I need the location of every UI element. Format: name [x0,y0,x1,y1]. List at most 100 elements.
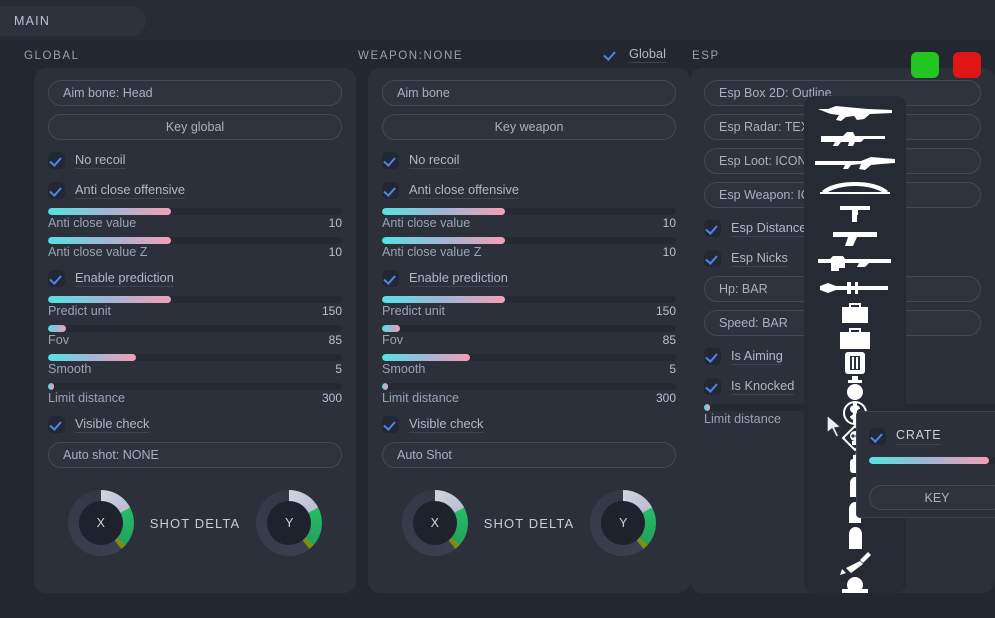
slider-predict-unit-weapon[interactable]: Predict unit 150 [382,296,676,321]
slider-anti-close-value-z-weapon[interactable]: Anti close value Z 10 [382,237,676,262]
slider-track[interactable] [48,208,342,215]
checkbox-label: Anti close offensive [409,182,519,199]
slider-smooth-global[interactable]: Smooth 5 [48,354,342,379]
slider-label: Anti close value [382,216,470,230]
aim-bone-global-label: Aim bone: Head [63,86,153,100]
key-global-button[interactable]: Key global [48,114,342,140]
checkbox-label: Visible check [75,416,149,433]
slider-fov-global[interactable]: Fov 85 [48,325,342,350]
backpack-large-icon[interactable] [804,325,906,350]
slider-label: Limit distance [48,391,125,405]
slider-track[interactable] [48,237,342,244]
checkbox-anti-close-offensive-weapon[interactable]: Anti close offensive [382,178,676,202]
esp-speed-label: Speed: BAR [719,316,788,330]
slider-value: 150 [322,304,342,318]
checkbox-enable-prediction-weapon[interactable]: Enable prediction [382,266,676,290]
slider-value: 10 [663,216,676,230]
auto-shot-global-label: Auto shot: NONE [63,448,159,462]
checkbox-crate[interactable]: CRATE [869,424,995,448]
grenade-icon[interactable] [804,375,906,400]
slider-track[interactable] [48,296,342,303]
crate-key-button[interactable]: KEY [869,485,995,510]
checkbox-label: CRATE [896,428,941,445]
global-title: GLOBAL [14,40,346,66]
slider-track[interactable] [48,354,342,361]
slider-fov-weapon[interactable]: Fov 85 [382,325,676,350]
slider-track[interactable] [382,354,676,361]
slider-anti-close-value-z-global[interactable]: Anti close value Z 10 [48,237,342,262]
check-icon [704,348,721,365]
shot-delta-global: X SHOT DELTA Y [48,490,342,556]
shot-delta-weapon: X SHOT DELTA Y [382,490,676,556]
slider-anti-close-value-global[interactable]: Anti close value 10 [48,208,342,233]
checkbox-label: Anti close offensive [75,182,185,199]
key-global-label: Key global [166,120,224,134]
crate-popup: CRATE 2 KEY [856,411,995,518]
backpack-icon[interactable] [804,300,906,325]
checkbox-anti-close-offensive-global[interactable]: Anti close offensive [48,178,342,202]
auto-shot-select-global[interactable]: Auto shot: NONE [48,442,342,468]
check-icon [48,416,65,433]
invisible-color-swatch[interactable] [953,52,981,78]
slider-anti-close-value-weapon[interactable]: Anti close value 10 [382,208,676,233]
lmg-icon[interactable] [804,250,906,275]
weapon-card: Aim bone Key weapon No recoil Anti close… [368,68,690,593]
slider-track[interactable] [382,237,676,244]
slider-track[interactable] [382,208,676,215]
slider-track[interactable] [382,296,676,303]
slider-limit-distance-global[interactable]: Limit distance 300 [48,383,342,408]
aim-bone-select-global[interactable]: Aim bone: Head [48,80,342,106]
shot-delta-y-dial: Y [256,490,322,556]
auto-shot-select-weapon[interactable]: Auto Shot [382,442,676,468]
gasmask-icon[interactable] [804,575,906,593]
column-global: GLOBAL Aim bone: Head Key global No reco… [14,40,346,66]
hunting-rifle-icon[interactable] [804,150,906,175]
checkbox-label: Global [629,46,666,63]
aim-bone-select-weapon[interactable]: Aim bone [382,80,676,106]
smg-icon[interactable] [804,200,906,225]
check-icon [48,182,65,199]
slider-label: Predict unit [382,304,445,318]
check-icon [704,250,721,267]
aim-bone-weapon-label: Aim bone [397,86,450,100]
slider-label: Anti close value Z [48,245,147,259]
slider-predict-unit-global[interactable]: Predict unit 150 [48,296,342,321]
slider-track[interactable] [382,325,676,332]
shotgun-icon[interactable] [804,100,906,125]
check-icon [704,220,721,237]
slider-value: 10 [329,216,342,230]
checkbox-no-recoil-global[interactable]: No recoil [48,148,342,172]
checkbox-enable-prediction-global[interactable]: Enable prediction [48,266,342,290]
crate-slider-track[interactable] [869,457,995,464]
esp-color-swatches [911,52,981,78]
checkbox-visible-check-global[interactable]: Visible check [48,412,342,436]
visible-color-swatch[interactable] [911,52,939,78]
slider-track[interactable] [48,383,342,390]
pistol-icon[interactable] [804,225,906,250]
tab-main-label: MAIN [14,14,50,28]
checkbox-global-weapon[interactable]: Global [602,46,666,63]
ammo-box-icon[interactable] [804,350,906,375]
checkbox-no-recoil-weapon[interactable]: No recoil [382,148,676,172]
shot-delta-label: SHOT DELTA [484,516,574,531]
slider-track[interactable] [382,383,676,390]
checkbox-label: Is Aiming [731,348,783,365]
ammo-round-3-icon[interactable] [804,525,906,550]
slider-track[interactable] [48,325,342,332]
key-weapon-button[interactable]: Key weapon [382,114,676,140]
crossbow-icon[interactable] [804,175,906,200]
weapon-icon-dropdown[interactable] [804,96,906,593]
slider-label: Fov [382,333,403,347]
slider-smooth-weapon[interactable]: Smooth 5 [382,354,676,379]
slider-fill [382,383,388,390]
checkbox-visible-check-weapon[interactable]: Visible check [382,412,676,436]
syringe-icon[interactable] [804,550,906,575]
slider-fill [48,383,54,390]
assault-rifle-icon[interactable] [804,125,906,150]
slider-value: 10 [329,245,342,259]
slider-limit-distance-weapon[interactable]: Limit distance 300 [382,383,676,408]
slider-fill [382,237,505,244]
rocket-launcher-icon[interactable] [804,275,906,300]
tab-main[interactable]: MAIN [0,6,146,36]
check-icon [382,416,399,433]
